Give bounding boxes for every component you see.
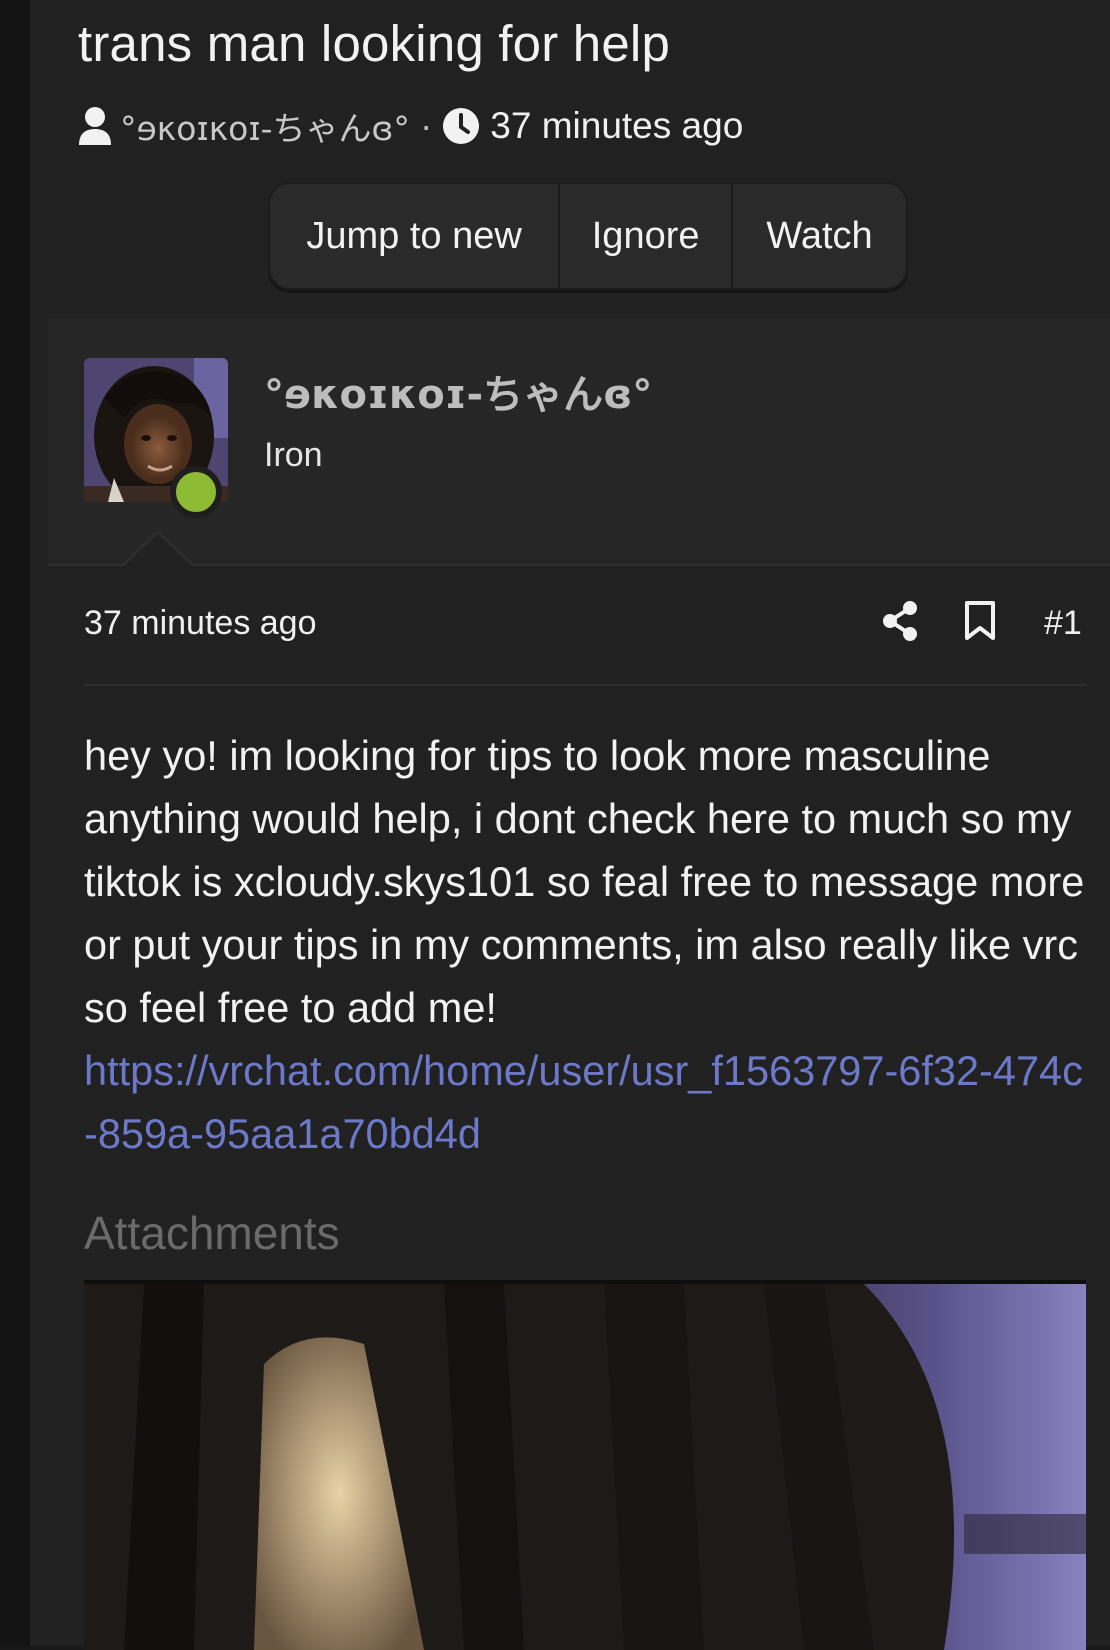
post-number-link[interactable]: #1 xyxy=(1044,604,1082,643)
vrchat-profile-link[interactable]: https://vrchat.com/home/user/usr_f156379… xyxy=(84,1039,1094,1165)
user-rank-title: Iron xyxy=(264,436,323,474)
thread-action-buttons: Jump to new Ignore Watch xyxy=(268,182,908,290)
bookmark-icon[interactable] xyxy=(964,600,996,647)
thread-meta: °ɘκοɪκοɪ-ちゃんɞ° · 37 minutes ago xyxy=(78,100,743,152)
post-header: 37 minutes ago #1 xyxy=(84,600,1086,650)
thread-title: trans man looking for help xyxy=(78,15,671,72)
online-status-dot xyxy=(170,466,222,518)
share-icon[interactable] xyxy=(882,600,918,647)
watch-button[interactable]: Watch xyxy=(733,184,906,288)
thread-time[interactable]: 37 minutes ago xyxy=(490,105,743,147)
post-time[interactable]: 37 minutes ago xyxy=(84,604,317,643)
attachments-heading: Attachments xyxy=(84,1207,340,1259)
ignore-button[interactable]: Ignore xyxy=(560,184,734,288)
left-gutter xyxy=(0,0,30,1646)
post-header-divider xyxy=(84,684,1086,686)
attachment-image[interactable] xyxy=(84,1280,1086,1650)
post-text: hey yo! im looking for tips to look more… xyxy=(84,732,1085,1031)
thread-author-link[interactable]: °ɘκοɪκοɪ-ちゃんɞ° xyxy=(120,102,410,150)
user-icon xyxy=(78,106,112,146)
meta-separator: · xyxy=(419,105,433,146)
user-panel-notch-fill xyxy=(124,534,192,566)
post-author-name[interactable]: °ɘκοɪκοɪ-ちゃんɞ° xyxy=(264,362,652,420)
clock-icon xyxy=(442,107,480,145)
post-body: hey yo! im looking for tips to look more… xyxy=(84,724,1094,1165)
jump-to-new-button[interactable]: Jump to new xyxy=(270,184,561,288)
